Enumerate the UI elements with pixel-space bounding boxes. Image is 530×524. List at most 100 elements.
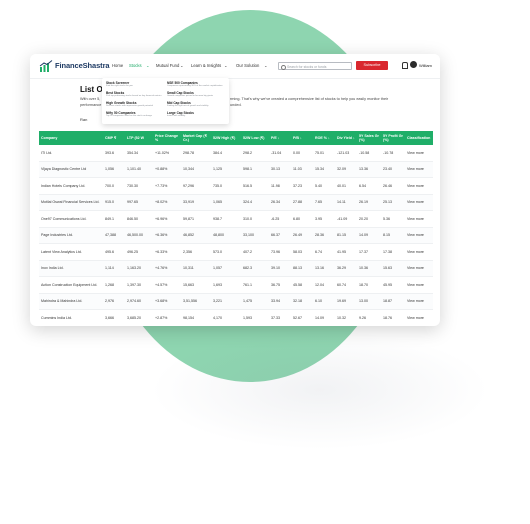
company-name[interactable]: Vijaya Diagnostic Centre Ltd — [39, 161, 103, 178]
company-name[interactable]: ITI Ltd. — [39, 145, 103, 162]
dropdown-item[interactable]: NSE 500 Companies Companies representing… — [167, 81, 227, 88]
dropdown-item[interactable]: Best Stocks Pick top performing stocks b… — [106, 91, 166, 98]
nav-our-solution[interactable]: Our Solution — [236, 63, 259, 68]
table-cell: 37.33 — [269, 309, 291, 326]
view-more-link[interactable]: View more — [405, 227, 433, 244]
company-name[interactable]: Action Construction Equipment Ltd. — [39, 276, 103, 294]
table-cell: 598.1 — [241, 161, 269, 178]
table-row[interactable]: Motilal Oswal Financial Services Ltd. 915… — [39, 194, 433, 211]
column-header[interactable]: Div Yield ↓ — [335, 131, 357, 145]
dropdown-item-desc: Find the right stocks for you — [106, 85, 133, 87]
table-cell: 10.36 — [357, 260, 381, 277]
brand-name[interactable]: FinanceShastra — [55, 61, 110, 70]
view-more-link[interactable]: View more — [405, 145, 433, 162]
table-row[interactable]: Page Industries Ltd. 47,388 46,500.00 +6.36… — [39, 227, 433, 244]
dropdown-item[interactable]: High Growth Stocks Discover stocks with … — [106, 101, 166, 108]
view-more-link[interactable]: View more — [405, 293, 433, 310]
table-cell: +6.96% — [153, 210, 181, 228]
search-input[interactable]: Search for stocks or funds — [278, 62, 352, 70]
column-header[interactable]: Market Cap (₹ Cr.) — [181, 131, 211, 145]
table-cell: 6.54 — [357, 177, 381, 195]
table-cell: 298.2 — [241, 145, 269, 162]
table-cell: 298.78 — [181, 145, 211, 162]
table-row[interactable]: One97 Communications Ltd. 849.1 846.50 +6.9… — [39, 210, 433, 228]
table-cell: 7.65 — [313, 194, 335, 211]
table-row[interactable]: Action Construction Equipment Ltd. 1,268 1… — [39, 276, 433, 294]
column-header[interactable]: Classification — [405, 131, 433, 145]
view-more-link[interactable]: View more — [405, 260, 433, 277]
table-cell: 46,852 — [181, 227, 211, 244]
column-header[interactable]: CMP ₹ — [103, 131, 125, 145]
nav-mutual-fund[interactable]: Mutual Fund — [156, 63, 179, 68]
company-name[interactable]: Motilal Oswal Financial Services Ltd. — [39, 194, 103, 211]
table-row[interactable]: Latent View Analytics Ltd. 495.6 496.25 +6.… — [39, 243, 433, 261]
table-row[interactable]: Inox India Ltd. 1,114 1,163.20 +4.76% 10,311… — [39, 260, 433, 277]
view-more-link[interactable]: View more — [405, 276, 433, 294]
company-name[interactable]: Indian Hotels Company Ltd. — [39, 177, 103, 195]
nav-learn-insights[interactable]: Learn & Insights — [191, 63, 221, 68]
chevron-down-icon: ⌄ — [146, 63, 150, 68]
company-name[interactable]: Latent View Analytics Ltd. — [39, 243, 103, 261]
dropdown-item[interactable]: Stock Screener Find the right stocks for… — [106, 81, 166, 88]
table-cell: 23.40 — [381, 161, 405, 178]
dropdown-item[interactable]: Large Cap Stocks Invest with stability — [167, 111, 227, 118]
table-cell: 81.15 — [335, 227, 357, 244]
table-cell: 13.00 — [357, 293, 381, 310]
view-more-link[interactable]: View more — [405, 210, 433, 228]
column-header[interactable]: 5Y Sales Gr (%) — [357, 131, 381, 145]
table-cell: +0.88% — [153, 161, 181, 178]
company-name[interactable]: Inox India Ltd. — [39, 260, 103, 277]
table-cell: 3,51,556 — [181, 293, 211, 310]
column-header[interactable]: P/B ↓ — [291, 131, 313, 145]
company-name[interactable]: Cummins India Ltd. — [39, 309, 103, 326]
table-cell: 58.03 — [291, 243, 313, 261]
table-cell: 3,685.20 — [125, 309, 153, 326]
dropdown-item[interactable]: Mid Cap Stocks Finding the right mix of … — [167, 101, 227, 108]
page-description-cont-2: unded. — [230, 103, 242, 107]
table-row[interactable]: ITI Ltd. 393.6 354.34 +11.02% 298.78 384.4 298… — [39, 145, 433, 162]
company-name[interactable]: Page Industries Ltd. — [39, 227, 103, 244]
dropdown-item[interactable]: Nifty 50 Companies Top 50 companies list… — [106, 111, 166, 118]
dropdown-item[interactable]: Small Cap Stocks Growth companies poised… — [167, 91, 227, 98]
table-cell: 26.34 — [269, 194, 291, 211]
table-cell: 14.11 — [335, 194, 357, 211]
table-cell: 52.67 — [291, 309, 313, 326]
column-header[interactable]: LTP (52 W — [125, 131, 153, 145]
table-row[interactable]: Indian Hotels Company Ltd. 700.0 730.30 +7.… — [39, 177, 433, 195]
column-header[interactable]: 52W Low (₹) — [241, 131, 269, 145]
table-cell: 938.7 — [211, 210, 241, 228]
table-row[interactable]: Cummins India Ltd. 3,666 3,685.20 +2.87% 98,… — [39, 309, 433, 326]
column-header[interactable]: 52W High (₹) — [211, 131, 241, 145]
table-row[interactable]: Vijaya Diagnostic Centre Ltd 1,056 1,101.4… — [39, 161, 433, 178]
bell-icon[interactable] — [402, 62, 408, 69]
view-more-link[interactable]: View more — [405, 177, 433, 195]
table-row[interactable]: Mahindra & Mahindra Ltd. 2,976 2,974.60 +3.… — [39, 293, 433, 310]
table-cell: 1,163.20 — [125, 260, 153, 277]
column-header[interactable]: ROE % ↓ — [313, 131, 335, 145]
table-cell: 12.04 — [313, 276, 335, 294]
table-cell: 700.0 — [103, 177, 125, 195]
table-cell: 915.0 — [103, 194, 125, 211]
table-cell: 516.5 — [241, 177, 269, 195]
view-more-link[interactable]: View more — [405, 194, 433, 211]
table-cell: 37.23 — [291, 177, 313, 195]
table-cell: 30.13 — [269, 161, 291, 178]
view-more-link[interactable]: View more — [405, 309, 433, 326]
table-cell: 45.58 — [291, 276, 313, 294]
table-cell: 1,057 — [211, 260, 241, 277]
table-cell: 17.38 — [381, 243, 405, 261]
column-header[interactable]: Price Change % — [153, 131, 181, 145]
company-name[interactable]: Mahindra & Mahindra Ltd. — [39, 293, 103, 310]
company-name[interactable]: One97 Communications Ltd. — [39, 210, 103, 228]
nav-home[interactable]: Home — [112, 63, 123, 68]
view-more-link[interactable]: View more — [405, 243, 433, 261]
table-cell: 496.25 — [125, 243, 153, 261]
view-more-link[interactable]: View more — [405, 161, 433, 178]
column-header[interactable]: Company — [39, 131, 103, 145]
column-header[interactable]: 5Y Profit Gr (%) — [381, 131, 405, 145]
subscribe-button[interactable]: Subscribe — [356, 61, 388, 70]
user-name[interactable]: William — [419, 63, 432, 68]
avatar[interactable] — [410, 61, 417, 68]
nav-stocks[interactable]: Stocks — [129, 63, 142, 68]
column-header[interactable]: P/E ↓ — [269, 131, 291, 145]
